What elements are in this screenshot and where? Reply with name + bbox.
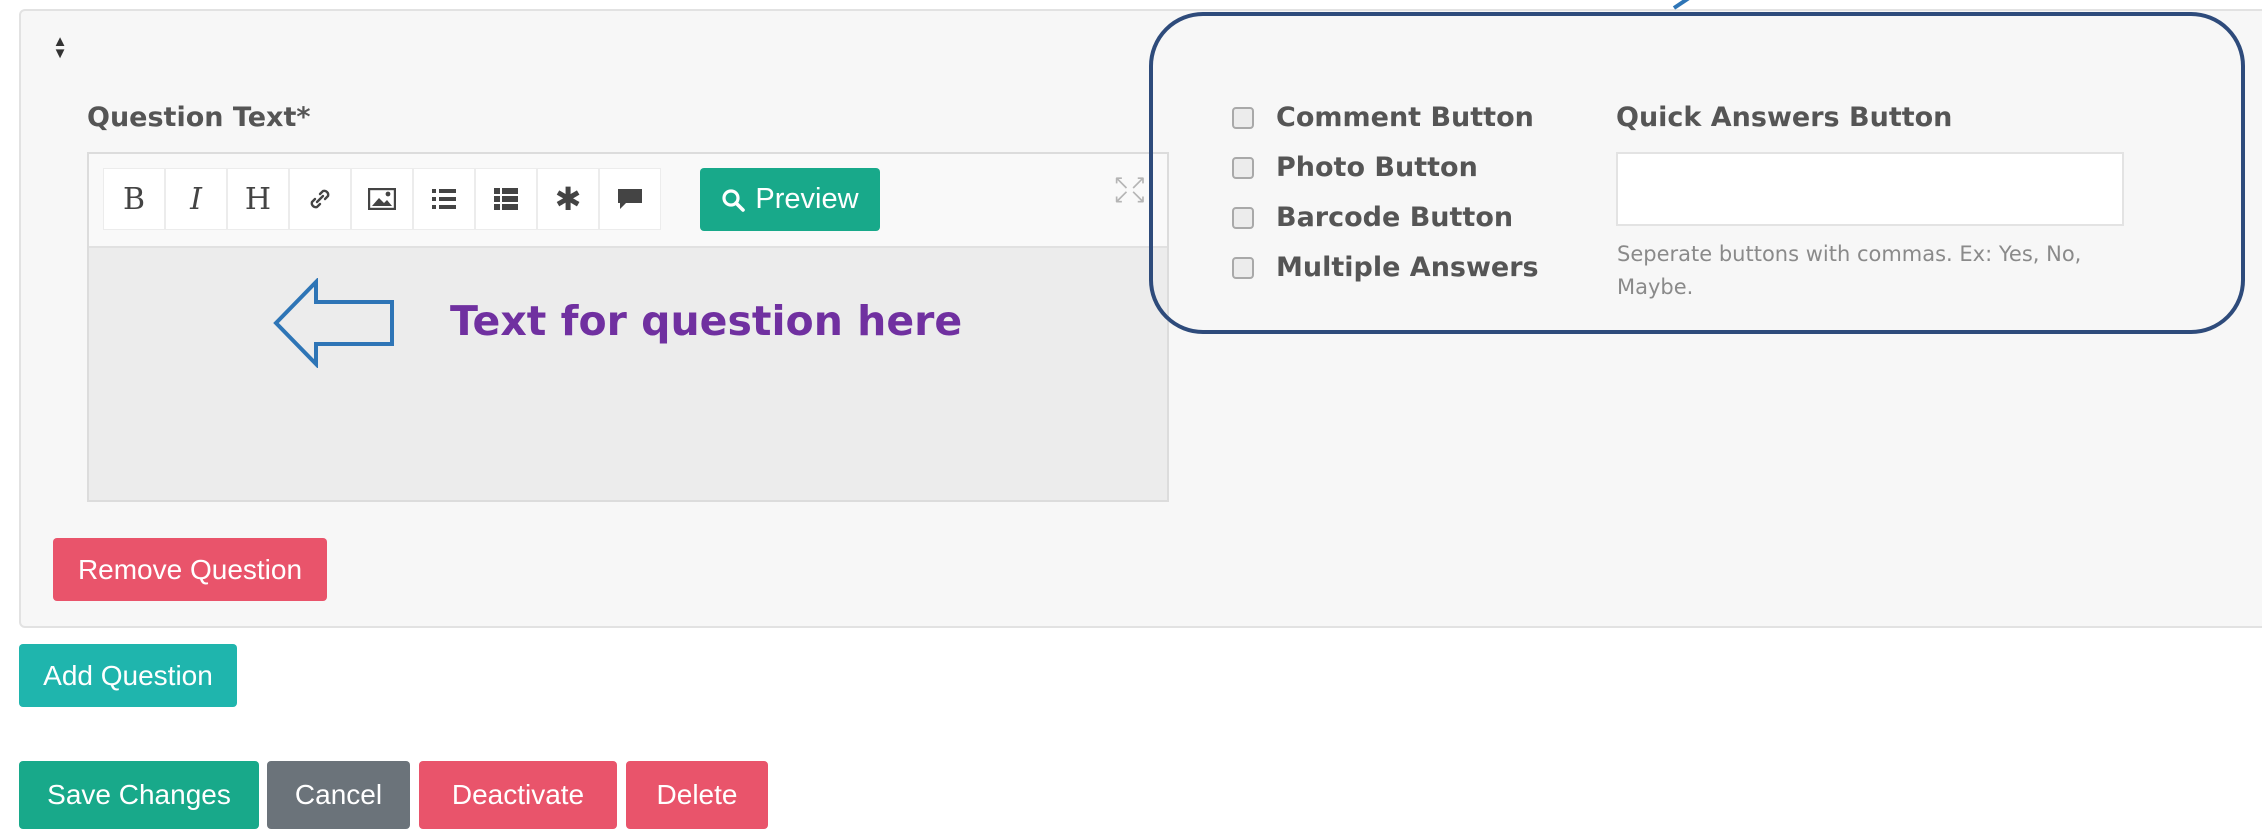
deactivate-button[interactable]: Deactivate [419, 761, 617, 829]
quick-answers-help: Seperate buttons with commas. Ex: Yes, N… [1617, 242, 2082, 299]
barcode-button-label: Barcode Button [1276, 202, 1514, 233]
preview-button[interactable]: Preview [700, 168, 880, 231]
question-text-label: Question Text* [87, 102, 311, 133]
preview-label: Preview [755, 183, 859, 215]
remove-question-button[interactable]: Remove Question [53, 538, 327, 601]
search-icon [722, 188, 746, 212]
bold-icon[interactable]: B [103, 168, 165, 230]
multiple-answers-label: Multiple Answers [1276, 252, 1539, 283]
comment-button-checkbox[interactable] [1232, 106, 1254, 129]
comment-button-option[interactable]: Comment Button [1232, 102, 1534, 133]
comment-button-label: Comment Button [1276, 102, 1534, 133]
barcode-button-checkbox[interactable] [1232, 206, 1254, 229]
sort-handle-icon[interactable]: ▲ ▼ [52, 34, 68, 64]
heading-icon[interactable]: H [227, 168, 289, 230]
photo-button-label: Photo Button [1276, 152, 1478, 183]
annotation-arrow-icon [273, 278, 394, 368]
delete-button[interactable]: Delete [626, 761, 768, 829]
cancel-button[interactable]: Cancel [267, 761, 410, 829]
editor-toolbar: B I H ✱ Preview ↖↗ ↙↘ [89, 154, 1167, 248]
multiple-answers-option[interactable]: Multiple Answers [1232, 252, 1539, 283]
save-changes-button[interactable]: Save Changes [19, 761, 259, 829]
photo-button-checkbox[interactable] [1232, 156, 1254, 179]
barcode-button-option[interactable]: Barcode Button [1232, 202, 1513, 233]
asterisk-icon[interactable]: ✱ [537, 168, 599, 230]
add-question-button[interactable]: Add Question [19, 644, 237, 707]
italic-icon[interactable]: I [165, 168, 227, 230]
numbered-list-icon[interactable] [475, 168, 537, 230]
bulleted-list-icon[interactable] [413, 168, 475, 230]
annotation-text: Text for question here [450, 297, 963, 345]
image-icon[interactable] [351, 168, 413, 230]
link-icon[interactable] [289, 168, 351, 230]
quick-answers-input[interactable] [1616, 152, 2124, 226]
multiple-answers-checkbox[interactable] [1232, 256, 1254, 279]
comment-icon[interactable] [599, 168, 661, 230]
fullscreen-icon[interactable]: ↖↗ ↙↘ [1113, 173, 1147, 207]
quick-answers-label: Quick Answers Button [1616, 102, 1953, 133]
photo-button-option[interactable]: Photo Button [1232, 152, 1478, 183]
callout-pointer [1672, 0, 1690, 10]
